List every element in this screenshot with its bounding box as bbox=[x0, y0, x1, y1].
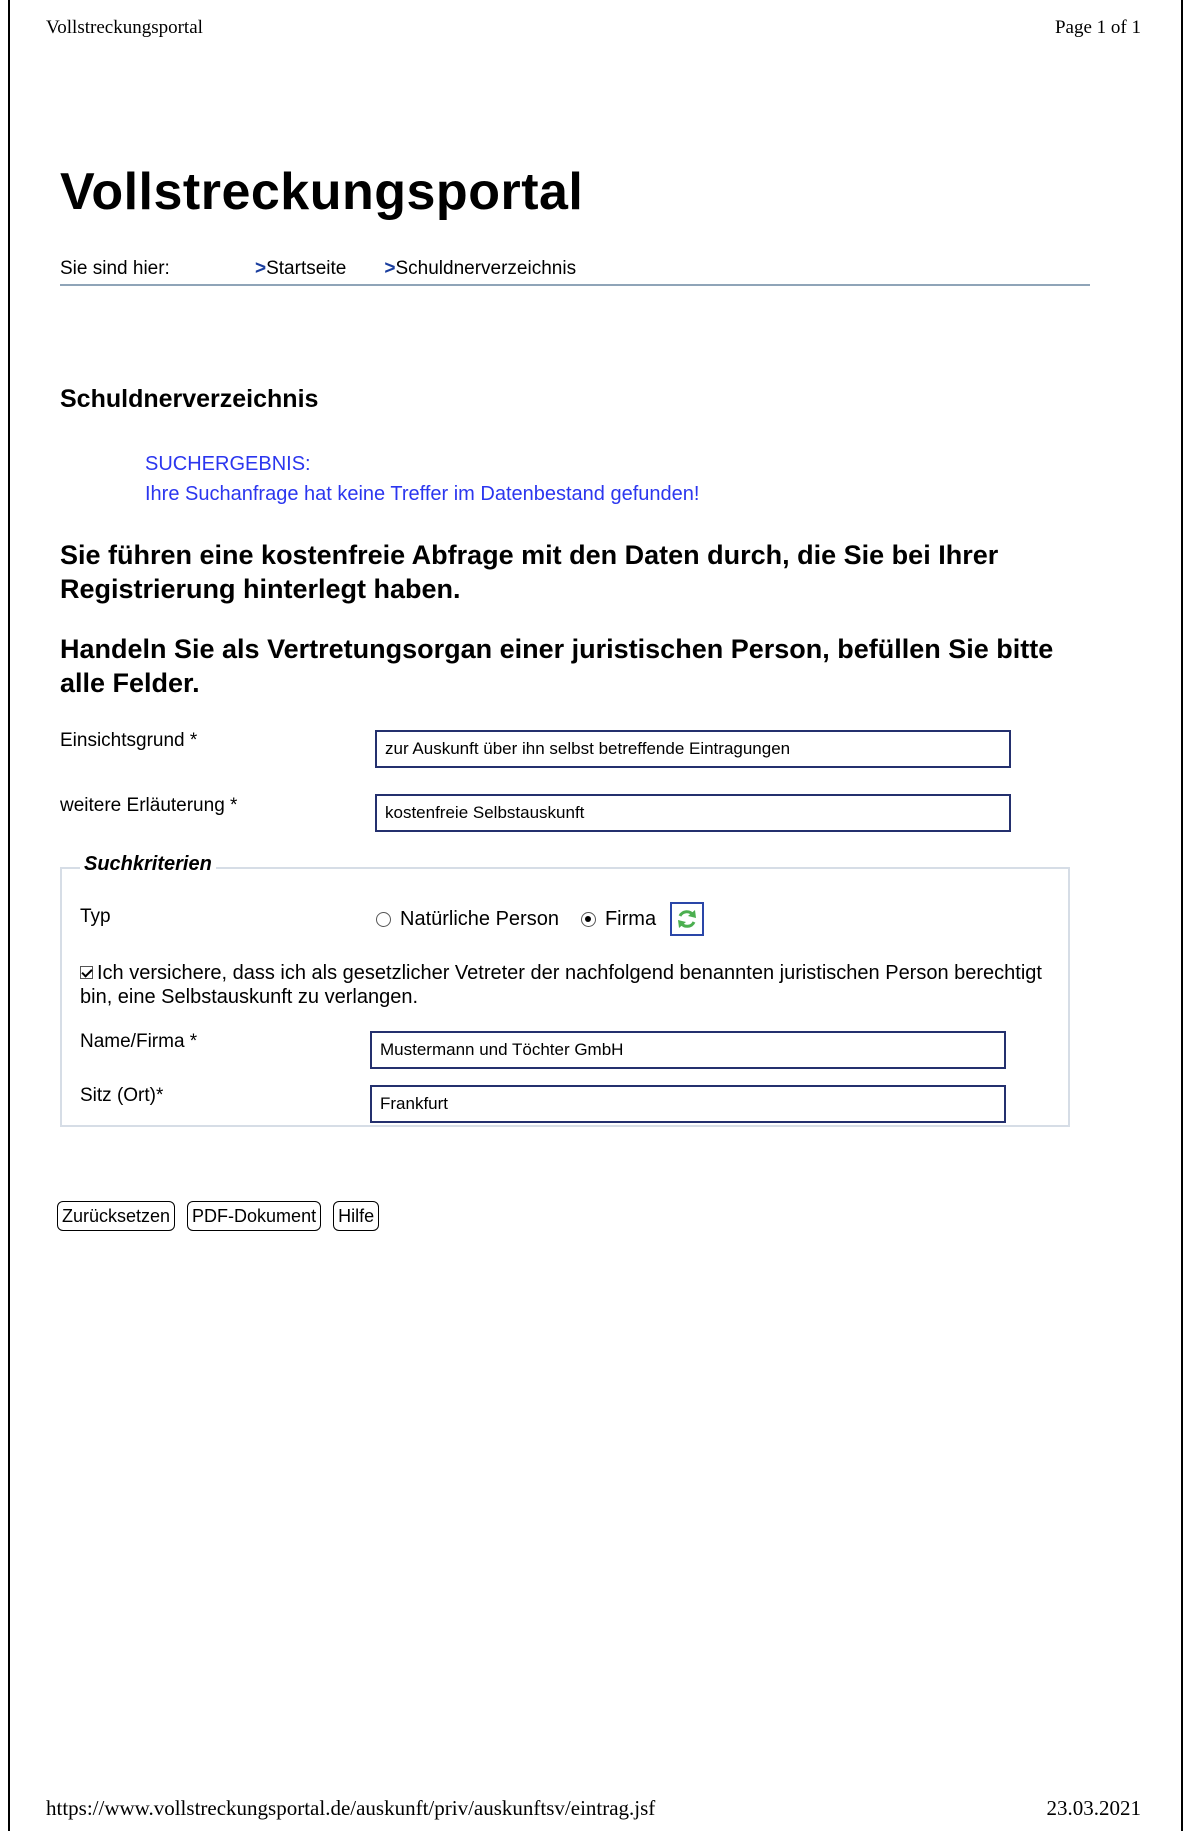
confirmation-checkbox[interactable] bbox=[80, 966, 93, 979]
einsichtsgrund-select[interactable]: zur Auskunft über ihn selbst betreffende… bbox=[375, 730, 1011, 768]
print-header-page: Page 1 of 1 bbox=[1054, 17, 1141, 38]
print-footer: https://www.vollstreckungsportal.de/ausk… bbox=[46, 1796, 1141, 1821]
refresh-icon bbox=[678, 910, 697, 928]
reset-button[interactable]: Zurücksetzen bbox=[57, 1201, 176, 1231]
breadcrumb-chevron-icon: > bbox=[384, 258, 396, 279]
legal-representative-confirmation: Ich versichere, dass ich als gesetzliche… bbox=[80, 961, 1060, 1009]
info-text-legal-person: Handeln Sie als Vertretungsorgan einer j… bbox=[60, 634, 1054, 698]
print-footer-date: 23.03.2021 bbox=[1046, 1796, 1142, 1820]
radio-natuerliche-person[interactable]: Natürliche Person bbox=[376, 908, 559, 931]
refresh-button[interactable] bbox=[670, 902, 705, 936]
sitz-label: Sitz (Ort)* bbox=[80, 1085, 164, 1106]
search-result: SUCHERGEBNIS: Ihre Suchanfrage hat keine… bbox=[145, 449, 699, 509]
portal-title: Vollstreckungsportal bbox=[60, 163, 584, 221]
einsichtsgrund-label: Einsichtsgrund * bbox=[60, 730, 198, 751]
breadcrumb-link-schuldnerverzeichnis[interactable]: >Schuldnerverzeichnis bbox=[384, 258, 576, 280]
radio-label: Natürliche Person bbox=[400, 907, 559, 930]
typ-label: Typ bbox=[80, 906, 111, 927]
search-result-label: SUCHERGEBNIS: bbox=[145, 453, 311, 475]
erlaeuterung-field[interactable]: kostenfreie Selbstauskunft bbox=[375, 794, 1011, 832]
breadcrumb-link-startseite[interactable]: >Startseite bbox=[255, 258, 346, 280]
section-title: Schuldnerverzeichnis bbox=[60, 385, 319, 413]
print-page: Vollstreckungsportal Page 1 of 1 Vollstr… bbox=[8, 0, 1183, 1831]
erlaeuterung-label: weitere Erläuterung * bbox=[60, 795, 238, 816]
typ-radio-group: Natürliche Person Firma bbox=[376, 902, 705, 936]
help-button[interactable]: Hilfe bbox=[333, 1201, 380, 1231]
confirmation-text: Ich versichere, dass ich als gesetzliche… bbox=[80, 962, 1042, 1008]
breadcrumb-chevron-icon: > bbox=[255, 258, 267, 279]
name-firma-label: Name/Firma * bbox=[80, 1031, 198, 1052]
radio-circle-unchecked bbox=[376, 911, 391, 927]
print-header-title: Vollstreckungsportal bbox=[46, 17, 203, 38]
radio-circle-checked bbox=[580, 911, 596, 927]
info-text-free-query: Sie führen eine kostenfreie Abfrage mit … bbox=[60, 540, 999, 604]
print-footer-url: https://www.vollstreckungsportal.de/ausk… bbox=[46, 1796, 656, 1820]
breadcrumb-prefix: Sie sind hier: bbox=[60, 258, 170, 279]
pdf-button[interactable]: PDF-Dokument bbox=[187, 1201, 322, 1231]
name-firma-field[interactable]: Mustermann und Töchter GmbH bbox=[370, 1031, 1006, 1069]
breadcrumb: Sie sind hier: >Startseite >Schuldnerver… bbox=[60, 258, 1090, 286]
sitz-field[interactable]: Frankfurt bbox=[370, 1085, 1006, 1123]
breadcrumb-label: Startseite bbox=[266, 258, 347, 279]
breadcrumb-label: Schuldnerverzeichnis bbox=[395, 258, 577, 279]
action-buttons: Zurücksetzen PDF-Dokument Hilfe bbox=[57, 1201, 391, 1231]
radio-firma[interactable]: Firma bbox=[580, 907, 657, 931]
suchkriterien-legend: Suchkriterien bbox=[80, 853, 216, 876]
search-result-message: Ihre Suchanfrage hat keine Treffer im Da… bbox=[145, 483, 700, 505]
radio-label: Firma bbox=[604, 907, 657, 930]
print-header: Vollstreckungsportal Page 1 of 1 bbox=[46, 17, 1141, 39]
